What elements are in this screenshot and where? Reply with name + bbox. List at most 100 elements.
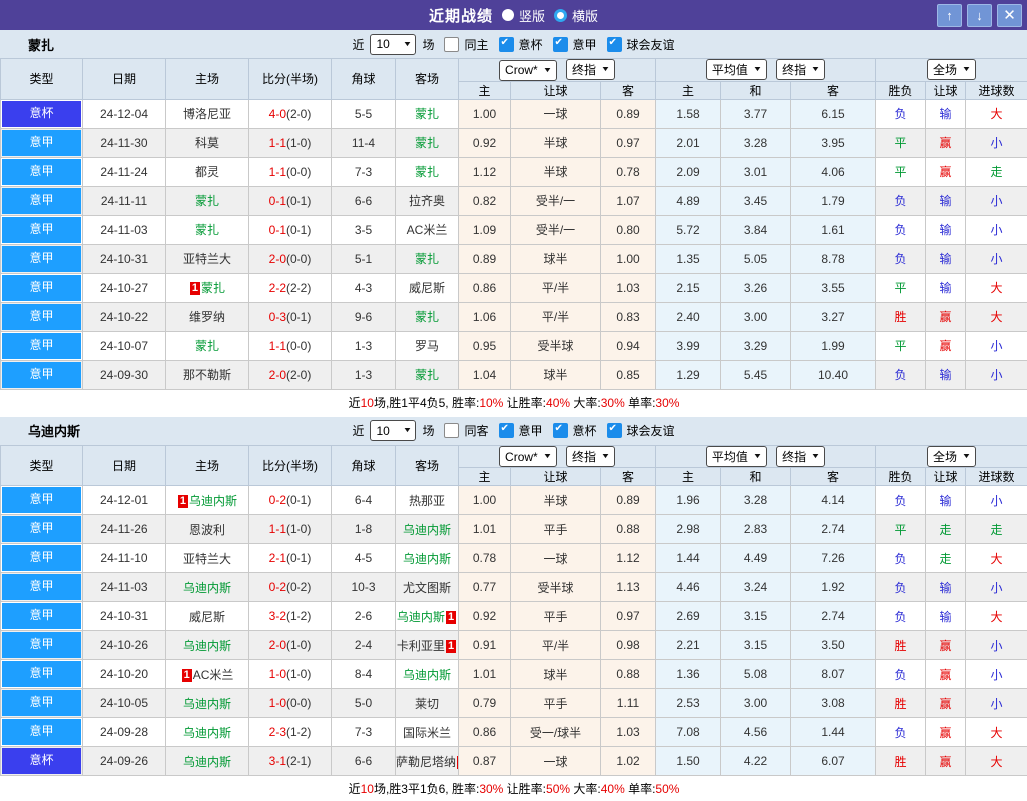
handicap-home-odds-cell: 0.91 [459, 631, 511, 660]
horizontal-layout-radio[interactable] [554, 9, 567, 22]
corner-cell: 8-4 [332, 660, 396, 689]
result-text: 赢 [940, 755, 952, 769]
league-badge: 意甲 [2, 130, 81, 156]
games-label: 场 [422, 36, 434, 53]
avg-away-odds-cell: 6.07 [791, 747, 876, 776]
avg-away-odds-cell: 1.99 [791, 331, 876, 360]
result-text: 负 [895, 581, 907, 595]
corner-cell: 1-3 [332, 360, 396, 389]
league-badge: 意杯 [2, 101, 81, 127]
match-row: 意杯24-12-04博洛尼亚4-0(2-0)5-5蒙扎1.00一球0.891.5… [1, 99, 1027, 128]
team-name-text: 蒙扎 [415, 165, 439, 179]
league-checkbox-friendly[interactable] [607, 37, 622, 52]
handicap-line-cell: 平/半 [511, 631, 601, 660]
team-name-text: 博洛尼亚 [183, 107, 231, 121]
summary-part: 30% [655, 396, 679, 410]
league-badge: 意甲 [2, 246, 81, 272]
goals-result-cell: 大 [966, 273, 1027, 302]
result-text: 负 [895, 107, 907, 121]
result-text: 赢 [940, 339, 952, 353]
away-team-cell: AC米兰 [396, 215, 459, 244]
column-header-home: 主场 [166, 59, 249, 100]
final-odds-select[interactable]: 终指▼ [566, 446, 615, 467]
scope-select[interactable]: 全场▼ [927, 446, 976, 467]
team-name-text: 蒙扎 [195, 339, 219, 353]
corner-cell: 5-1 [332, 244, 396, 273]
same-venue-checkbox[interactable] [444, 37, 459, 52]
avg-away-odds-cell: 4.06 [791, 157, 876, 186]
move-down-button[interactable]: ↓ [967, 4, 992, 27]
same-venue-checkbox[interactable] [444, 423, 459, 438]
handicap-away-odds-cell: 1.00 [601, 244, 656, 273]
home-team-cell: 1乌迪内斯 [166, 486, 249, 515]
scope-select[interactable]: 全场▼ [927, 59, 976, 80]
league-cell: 意甲 [1, 244, 83, 273]
full-score: 1-1 [269, 339, 286, 353]
half-score: (0-1) [286, 551, 311, 565]
league-checkbox-friendly[interactable] [607, 423, 622, 438]
team-name: 蒙扎 [28, 35, 54, 54]
date-cell: 24-11-24 [83, 157, 166, 186]
half-score: (2-0) [286, 107, 311, 121]
move-up-button[interactable]: ↑ [937, 4, 962, 27]
close-button[interactable]: ✕ [997, 4, 1022, 27]
final-odds-select[interactable]: 终指▼ [566, 59, 615, 80]
goals-result-cell: 大 [966, 302, 1027, 331]
goals-result-cell: 小 [966, 573, 1027, 602]
odds-provider-select[interactable]: Crow*▼ [499, 446, 557, 467]
odds-provider-select[interactable]: Crow*▼ [499, 60, 557, 81]
league-checkbox-cup[interactable] [499, 37, 514, 52]
team-name-text: 蒙扎 [415, 252, 439, 266]
league-label-friendly: 球会友谊 [627, 422, 675, 439]
handicap-home-odds-cell: 0.82 [459, 186, 511, 215]
handicap-away-odds-cell: 0.94 [601, 331, 656, 360]
team-name-text: 蒙扎 [415, 368, 439, 382]
match-count-select[interactable]: 10▼ [370, 420, 416, 441]
goals-result-cell: 走 [966, 515, 1027, 544]
avg-away-odds-cell: 3.08 [791, 689, 876, 718]
match-row: 意甲24-12-011乌迪内斯0-2(0-1)6-4热那亚1.00半球0.891… [1, 486, 1027, 515]
final-odds-select2[interactable]: 终指▼ [776, 59, 825, 80]
games-label: 场 [422, 422, 434, 439]
match-row: 意甲24-10-31威尼斯3-2(1-2)2-6乌迪内斯10.92平手0.972… [1, 602, 1027, 631]
arrow-down-icon: ↓ [976, 8, 983, 23]
league-checkbox-seriea[interactable] [499, 423, 514, 438]
final-odds-select2[interactable]: 终指▼ [776, 446, 825, 467]
handicap-result-cell: 赢 [926, 128, 966, 157]
corner-cell: 6-4 [332, 486, 396, 515]
league-label-cup: 意杯 [519, 36, 543, 53]
avg-away-odds-cell: 8.78 [791, 244, 876, 273]
full-score: 3-2 [269, 609, 286, 623]
team-name-text: 萨勒尼塔纳 [396, 755, 456, 769]
match-row: 意甲24-09-28乌迪内斯2-3(1-2)7-3国际米兰0.86受一/球半1.… [1, 718, 1027, 747]
result-text: 平 [895, 136, 907, 150]
match-count-select[interactable]: 10▼ [370, 34, 416, 55]
league-checkbox-seriea[interactable] [553, 37, 568, 52]
average-odds-select[interactable]: 平均值▼ [706, 446, 767, 467]
home-team-cell: 科莫 [166, 128, 249, 157]
average-odds-select[interactable]: 平均值▼ [706, 59, 767, 80]
match-row: 意甲24-10-26乌迪内斯2-0(1-0)2-4卡利亚里10.91平/半0.9… [1, 631, 1027, 660]
match-row: 意甲24-11-10亚特兰大2-1(0-1)4-5乌迪内斯0.78一球1.121… [1, 544, 1027, 573]
league-badge: 意甲 [2, 574, 81, 600]
handicap-result-cell: 赢 [926, 660, 966, 689]
date-cell: 24-10-22 [83, 302, 166, 331]
home-team-cell: 博洛尼亚 [166, 99, 249, 128]
handicap-away-odds-cell: 1.13 [601, 573, 656, 602]
near-label: 近 [352, 422, 364, 439]
filter-bar: 乌迪内斯 近 10▼ 场 同客 意甲 意杯 球会友谊 [0, 417, 1027, 445]
league-cell: 意甲 [1, 302, 83, 331]
league-cell: 意甲 [1, 515, 83, 544]
score-cell: 1-1(1-0) [249, 128, 332, 157]
match-row: 意甲24-10-07蒙扎1-1(0-0)1-3罗马0.95受半球0.943.99… [1, 331, 1027, 360]
column-header-avg-home: 主 [656, 468, 721, 486]
vertical-layout-radio[interactable] [502, 9, 514, 21]
handicap-home-odds-cell: 0.87 [459, 747, 511, 776]
chevron-down-icon: ▼ [753, 453, 763, 460]
score-cell: 2-2(2-2) [249, 273, 332, 302]
avg-draw-odds-cell: 5.45 [721, 360, 791, 389]
league-checkbox-cup[interactable] [553, 423, 568, 438]
avg-home-odds-cell: 2.01 [656, 128, 721, 157]
column-header-score: 比分(半场) [249, 445, 332, 486]
handicap-line-cell: 半球 [511, 157, 601, 186]
